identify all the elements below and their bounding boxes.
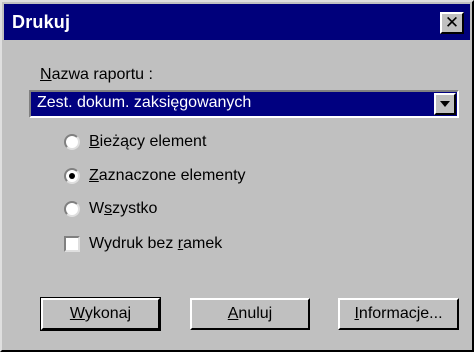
chevron-down-icon [440,101,450,107]
dropdown-button[interactable] [434,93,456,115]
report-name-mnemonic: N [40,66,52,83]
cancel-button[interactable]: Anuluj [190,298,310,330]
execute-button[interactable]: Wykonaj [40,297,161,331]
radio-button[interactable] [64,168,80,184]
radio-all[interactable]: Wszystko [64,197,157,221]
radio-checked-dot [69,173,75,179]
checkbox[interactable] [64,236,80,252]
window-title: Drukuj [12,12,71,32]
info-button[interactable]: Informacje... [338,298,459,330]
radio-button[interactable] [64,201,80,217]
checkbox-no-frames[interactable]: Wydruk bez ramek [64,232,222,256]
close-icon: ✕ [444,13,460,32]
report-name-selected: Zest. dokum. zaksięgowanych [37,94,252,111]
report-name-label: Nazwa raportu : [40,66,153,84]
radio-button[interactable] [64,134,80,150]
radio-label: Bieżący element [89,133,207,150]
radio-selected-elements[interactable]: Zaznaczone elementy [64,164,246,188]
title-bar[interactable]: Drukuj ✕ [4,4,470,40]
report-name-label-rest: azwa raportu : [51,66,153,83]
radio-label: Zaznaczone elementy [89,167,246,184]
report-name-dropdown[interactable]: Zest. dokum. zaksięgowanych [29,90,459,118]
checkbox-label: Wydruk bez ramek [89,235,223,252]
print-dialog: Drukuj ✕ Nazwa raportu : Zest. dokum. za… [0,0,474,352]
close-button[interactable]: ✕ [440,12,464,34]
radio-label: Wszystko [89,200,158,217]
radio-current-element[interactable]: Bieżący element [64,130,206,154]
